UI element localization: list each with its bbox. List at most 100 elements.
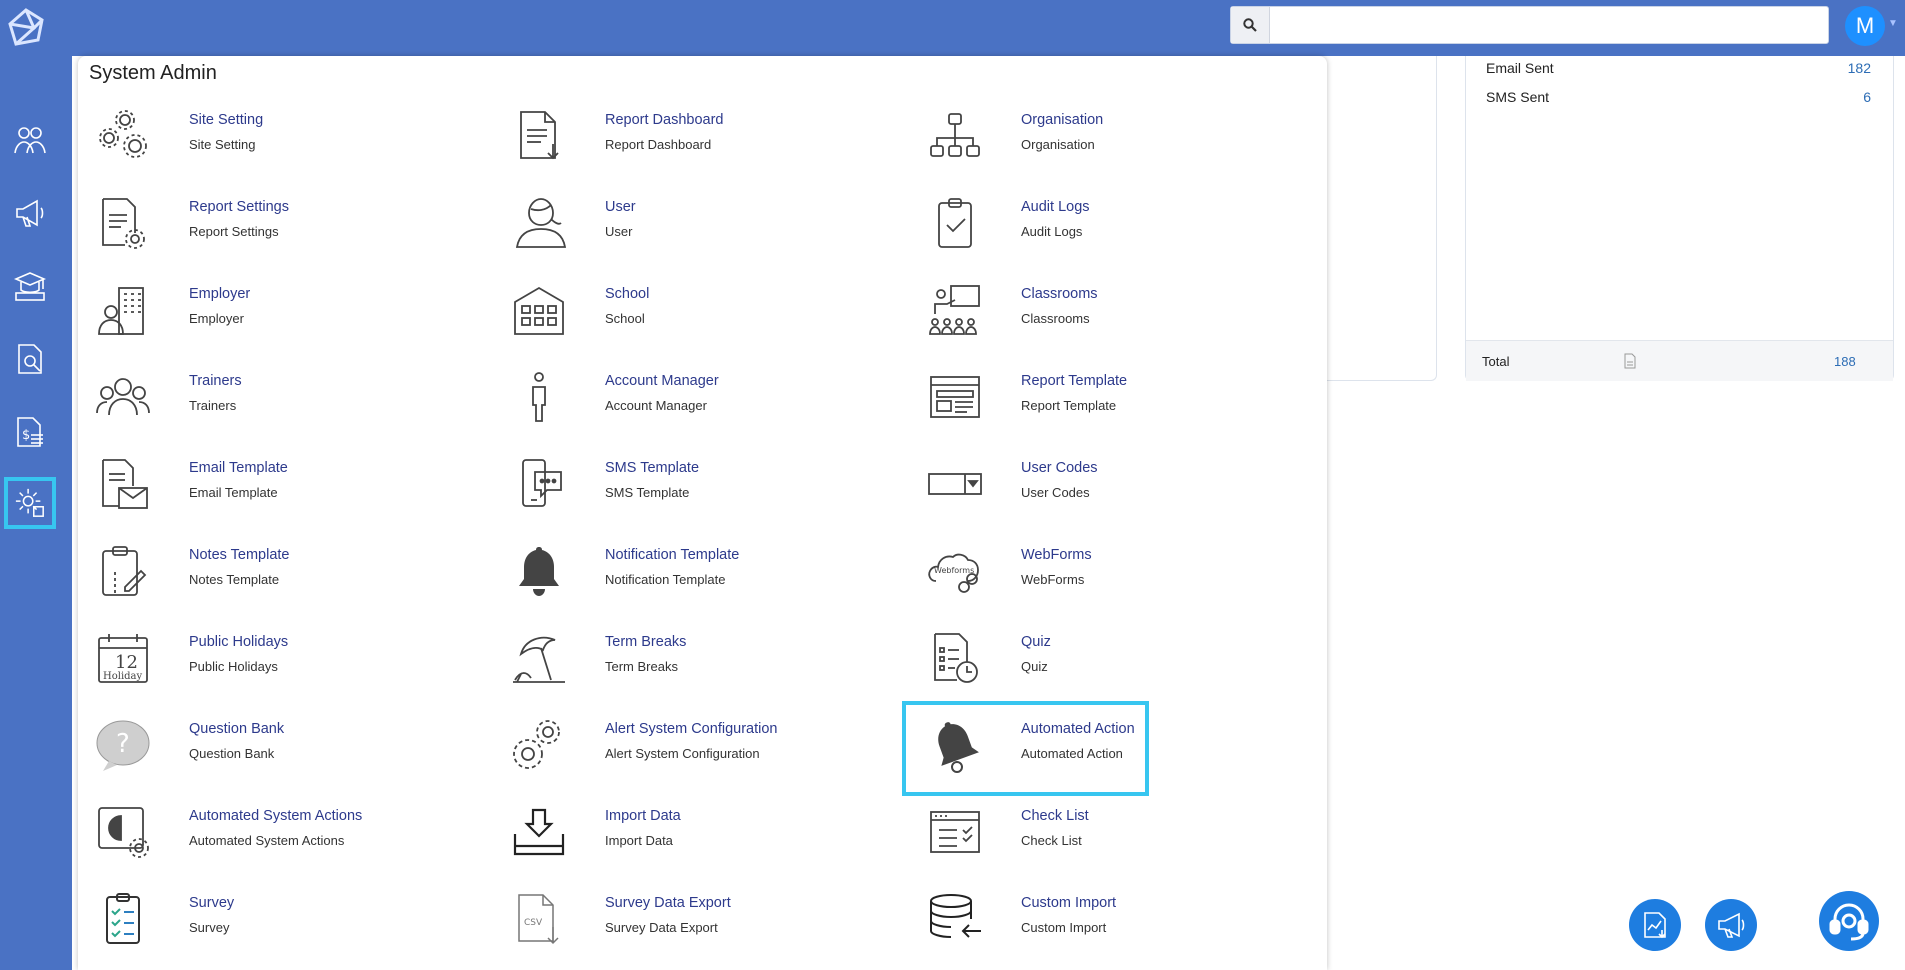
admin-item-subtitle: Import Data [605, 833, 673, 848]
admin-item-term-breaks[interactable]: Term Breaks Term Breaks [495, 620, 895, 706]
admin-item-title[interactable]: Alert System Configuration [605, 721, 777, 737]
admin-item-user[interactable]: User User [495, 185, 895, 271]
background-card [1320, 56, 1437, 381]
admin-item-trainers[interactable]: Trainers Trainers [79, 359, 479, 445]
admin-item-automated-action[interactable]: Automated Action Automated Action [902, 701, 1311, 796]
admin-item-title[interactable]: Notes Template [189, 547, 289, 563]
admin-item-title[interactable]: Term Breaks [605, 634, 686, 650]
stat-label: SMS Sent [1486, 89, 1550, 105]
admin-item-title[interactable]: Automated System Actions [189, 808, 362, 824]
support-button[interactable] [1819, 891, 1879, 951]
admin-item-title[interactable]: WebForms [1021, 547, 1092, 563]
admin-item-title[interactable]: Audit Logs [1021, 199, 1090, 215]
admin-item-report-template[interactable]: Report Template Report Template [911, 359, 1311, 445]
admin-item-survey-data-export[interactable]: CSV Survey Data Export Survey Data Expor… [495, 881, 895, 967]
admin-item-subtitle: Employer [189, 311, 244, 326]
app-logo[interactable] [4, 6, 48, 50]
admin-item-subtitle: Question Bank [189, 746, 275, 761]
admin-item-title[interactable]: Import Data [605, 808, 681, 824]
admin-item-question-bank[interactable]: ? Question Bank Question Bank [79, 707, 479, 793]
classroom-icon[interactable] [4, 260, 56, 312]
admin-item-title[interactable]: Employer [189, 286, 250, 302]
clipboard-check-icon [925, 193, 985, 253]
search-icon[interactable] [1231, 7, 1270, 43]
admin-item-title[interactable]: Survey Data Export [605, 895, 731, 911]
admin-item-title[interactable]: Report Dashboard [605, 112, 724, 128]
admin-item-report-settings[interactable]: Report Settings Report Settings [79, 185, 479, 271]
admin-item-title[interactable]: Public Holidays [189, 634, 288, 650]
admin-item-import-data[interactable]: Import Data Import Data [495, 794, 895, 880]
admin-item-title[interactable]: SMS Template [605, 460, 699, 476]
admin-item-title[interactable]: Classrooms [1021, 286, 1098, 302]
admin-item-check-list[interactable]: Check List Check List [911, 794, 1311, 880]
announcement-button[interactable] [1705, 899, 1757, 951]
admin-item-title[interactable]: Report Template [1021, 373, 1127, 389]
export-file-icon[interactable] [1623, 353, 1637, 372]
admin-item-title[interactable]: Automated Action [1021, 721, 1135, 737]
stat-row: Email Sent 182 [1486, 60, 1871, 80]
admin-item-subtitle: Alert System Configuration [605, 746, 760, 761]
admin-item-user-codes[interactable]: User Codes User Codes [911, 446, 1311, 532]
admin-item-subtitle: Notes Template [189, 572, 280, 587]
admin-item-notification-template[interactable]: Notification Template Notification Templ… [495, 533, 895, 619]
stat-row: SMS Sent 6 [1486, 89, 1871, 109]
stat-value[interactable]: 182 [1848, 60, 1871, 76]
admin-item-title[interactable]: School [605, 286, 649, 302]
admin-item-title[interactable]: Custom Import [1021, 895, 1116, 911]
admin-item-title[interactable]: Account Manager [605, 373, 719, 389]
chevron-down-icon[interactable]: ▼ [1888, 18, 1898, 29]
admin-item-subtitle: Report Dashboard [605, 137, 712, 152]
admin-item-notes-template[interactable]: Notes Template Notes Template [79, 533, 479, 619]
invoice-dollar-icon[interactable]: $ [4, 406, 56, 458]
admin-item-title[interactable]: Email Template [189, 460, 288, 476]
admin-item-employer[interactable]: Employer Employer [79, 272, 479, 358]
admin-item-email-template[interactable]: Email Template Email Template [79, 446, 479, 532]
admin-item-subtitle: Audit Logs [1021, 224, 1083, 239]
admin-item-account-manager[interactable]: Account Manager Account Manager [495, 359, 895, 445]
quiz-timer-icon [925, 628, 985, 688]
report-chart-button[interactable] [1629, 899, 1681, 951]
admin-item-classrooms[interactable]: Classrooms Classrooms [911, 272, 1311, 358]
people-icon[interactable] [4, 114, 56, 166]
admin-item-title[interactable]: Survey [189, 895, 234, 911]
admin-item-title[interactable]: Organisation [1021, 112, 1103, 128]
admin-item-quiz[interactable]: Quiz Quiz [911, 620, 1311, 706]
gears-alert-icon [509, 715, 569, 775]
admin-item-title[interactable]: Trainers [189, 373, 242, 389]
admin-item-alert-system-configuration[interactable]: Alert System Configuration Alert System … [495, 707, 895, 793]
admin-item-report-dashboard[interactable]: Report Dashboard Report Dashboard [495, 98, 895, 184]
settings-gear-icon[interactable] [4, 477, 56, 529]
admin-item-site-setting[interactable]: Site Setting Site Setting [79, 98, 479, 184]
gears-icon [93, 106, 153, 166]
admin-item-school[interactable]: School School [495, 272, 895, 358]
admin-item-subtitle: User [605, 224, 633, 239]
search-input[interactable] [1271, 7, 1825, 45]
total-value[interactable]: 188 [1834, 354, 1856, 369]
admin-item-webforms[interactable]: Webforms WebForms WebForms [911, 533, 1311, 619]
admin-item-survey[interactable]: Survey Survey [79, 881, 479, 967]
document-search-icon[interactable] [4, 333, 56, 385]
admin-item-title[interactable]: User Codes [1021, 460, 1098, 476]
building-person-icon [93, 280, 153, 340]
avatar[interactable]: M [1845, 6, 1885, 46]
admin-item-subtitle: WebForms [1021, 572, 1085, 587]
admin-item-sms-template[interactable]: SMS Template SMS Template [495, 446, 895, 532]
calendar-day-text: 12 [115, 652, 138, 673]
stat-value[interactable]: 6 [1863, 89, 1871, 105]
megaphone-icon[interactable] [4, 187, 56, 239]
admin-item-custom-import[interactable]: Custom Import Custom Import [911, 881, 1311, 967]
admin-item-title[interactable]: Check List [1021, 808, 1089, 824]
admin-item-title[interactable]: Quiz [1021, 634, 1051, 650]
admin-item-title[interactable]: Notification Template [605, 547, 739, 563]
admin-item-organisation[interactable]: Organisation Organisation [911, 98, 1311, 184]
admin-item-title[interactable]: Site Setting [189, 112, 263, 128]
admin-item-subtitle: Custom Import [1021, 920, 1107, 935]
admin-item-automated-system-actions[interactable]: Automated System Actions Automated Syste… [79, 794, 479, 880]
admin-item-title[interactable]: Report Settings [189, 199, 289, 215]
bell-filled-icon [925, 715, 985, 775]
admin-item-subtitle: Public Holidays [189, 659, 278, 674]
admin-item-audit-logs[interactable]: Audit Logs Audit Logs [911, 185, 1311, 271]
admin-item-public-holidays[interactable]: 12 Holiday Public Holidays Public Holiday… [79, 620, 479, 706]
admin-item-title[interactable]: User [605, 199, 636, 215]
admin-item-title[interactable]: Question Bank [189, 721, 284, 737]
